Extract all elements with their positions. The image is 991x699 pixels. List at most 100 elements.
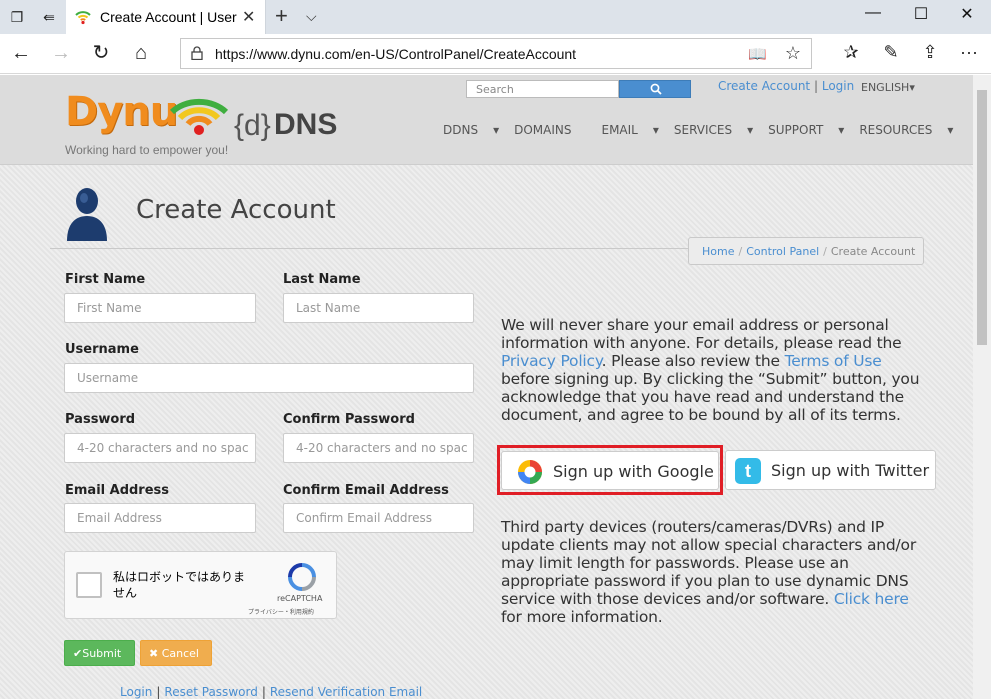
set-tabs-aside-icon[interactable]: ⇚ (40, 8, 58, 26)
third-party-text-2: for more information. (501, 608, 663, 626)
search-input[interactable]: Search (466, 80, 619, 98)
first-name-input[interactable]: First Name (64, 293, 256, 323)
favorite-star-icon[interactable]: ☆ (785, 43, 801, 64)
tab-title: Create Account | User C (100, 9, 240, 25)
cancel-button[interactable]: ✖ Cancel (140, 640, 212, 666)
login-bottom-link[interactable]: Login (120, 685, 152, 699)
share-icon[interactable]: ⇪ (918, 42, 942, 63)
minimize-icon[interactable]: — (850, 4, 896, 22)
nav-domains[interactable]: DOMAINS (514, 123, 586, 137)
browser-tab[interactable]: Create Account | User C ✕ (66, 0, 266, 34)
nav-support-label: SUPPORT (768, 123, 824, 137)
email-input[interactable]: Email Address (64, 503, 256, 533)
third-party-paragraph: Third party devices (routers/cameras/DVR… (501, 518, 921, 626)
recaptcha-widget: 私はロボットではありません reCAPTCHA プライバシー・利用規約 (64, 551, 337, 619)
breadcrumb-home[interactable]: Home (702, 245, 734, 258)
last-name-input[interactable]: Last Name (283, 293, 474, 323)
nav-ddns-label: DDNS (443, 123, 479, 137)
privacy-paragraph: We will never share your email address o… (501, 316, 921, 424)
maximize-icon[interactable]: ☐ (898, 4, 944, 24)
web-note-pen-icon[interactable]: ✎ (879, 42, 903, 63)
address-bar[interactable]: https://www.dynu.com/en-US/ControlPanel/… (180, 38, 812, 69)
breadcrumb: Home / Control Panel / Create Account (688, 237, 924, 265)
nav-resources-label: RESOURCES (859, 123, 933, 137)
username-input[interactable]: Username (64, 363, 474, 393)
nav-ddns[interactable]: DDNS ▾ (443, 123, 499, 137)
reading-view-icon[interactable]: 📖 (748, 45, 767, 63)
terms-of-use-link[interactable]: Terms of Use (785, 352, 882, 370)
nav-email-label: EMAIL (601, 123, 638, 137)
tab-actions-icon[interactable]: ❐ (8, 8, 26, 26)
dynu-logo-text[interactable]: Dynu (65, 89, 178, 135)
main-nav: DDNS ▾ DOMAINS EMAIL ▾ SERVICES ▾ SUPPORT ▾ RESOU… (443, 123, 968, 137)
page-title: Create Account (136, 195, 336, 225)
nav-resources[interactable]: RESOURCES ▾ (859, 123, 953, 137)
tab-list-chevron-icon[interactable]: ⌵ (306, 8, 317, 25)
submit-button[interactable]: ✔Submit (64, 640, 135, 666)
create-account-link[interactable]: Create Account (718, 79, 810, 93)
home-icon[interactable]: ⌂ (129, 42, 153, 66)
refresh-icon[interactable]: ↻ (89, 42, 113, 66)
recaptcha-label: 私はロボットではありません (113, 570, 246, 600)
check-icon: ✔ (73, 647, 83, 660)
email-label: Email Address (65, 483, 170, 498)
recaptcha-checkbox[interactable] (76, 572, 102, 598)
nav-email[interactable]: EMAIL ▾ (602, 123, 659, 137)
x-icon: ✖ (149, 647, 162, 660)
resend-verification-link[interactable]: Resend Verification Email (270, 685, 422, 699)
confirm-email-input[interactable]: Confirm Email Address (283, 503, 474, 533)
link-separator: | (813, 79, 819, 93)
bottom-links: Login | Reset Password | Resend Verification… (120, 685, 422, 699)
highlight-box (497, 445, 723, 495)
privacy-text-2: . Please also review the (601, 352, 785, 370)
first-name-label: First Name (65, 272, 146, 287)
nav-support[interactable]: SUPPORT ▾ (768, 123, 844, 137)
recaptcha-brand: reCAPTCHA (277, 594, 323, 603)
twitter-signup-button[interactable]: t Sign up with Twitter (725, 450, 936, 490)
language-label: ENGLISH (861, 81, 910, 94)
favorites-hub-icon[interactable]: ✰ (839, 42, 863, 63)
breadcrumb-current: Create Account (830, 245, 916, 258)
account-links: Create Account | Login (718, 79, 854, 93)
confirm-password-label: Confirm Password (283, 412, 415, 427)
search-button[interactable] (619, 80, 691, 98)
more-menu-icon[interactable]: ··· (957, 42, 981, 63)
nav-services-label: SERVICES (673, 123, 733, 137)
click-here-link[interactable]: Click here (834, 590, 909, 608)
user-avatar-icon (67, 188, 107, 241)
browser-tab-bar: ❐ ⇚ Create Account | User C ✕ + ⌵ — ☐ ✕ (0, 0, 991, 34)
link-separator: | (156, 685, 161, 699)
reset-password-link[interactable]: Reset Password (164, 685, 257, 699)
page-content: Dynu {d} DNS Working hard to empower you… (0, 75, 973, 699)
link-separator: | (261, 685, 266, 699)
username-label: Username (65, 342, 139, 357)
scrollbar-thumb[interactable] (977, 90, 987, 345)
confirm-email-label: Confirm Email Address (283, 483, 449, 498)
back-icon[interactable]: ← (9, 42, 33, 66)
window-close-icon[interactable]: ✕ (944, 4, 990, 24)
privacy-policy-link[interactable]: Privacy Policy (501, 352, 602, 370)
nav-domains-label: DOMAINS (514, 123, 572, 137)
twitter-icon: t (735, 458, 761, 484)
confirm-password-input[interactable]: 4-20 characters and no spac (283, 433, 474, 463)
new-tab-icon[interactable]: + (275, 3, 288, 29)
wifi-favicon-icon (75, 11, 91, 25)
search-icon (650, 83, 662, 95)
site-header: Dynu {d} DNS Working hard to empower you… (0, 75, 973, 165)
svg-text:t: t (745, 461, 751, 481)
lock-icon (191, 46, 203, 60)
ddns-brace-text: {d} (234, 109, 271, 142)
password-input[interactable]: 4-20 characters and no spac (64, 433, 256, 463)
language-dropdown[interactable]: ENGLISH▾ (861, 81, 915, 94)
recaptcha-logo-icon (288, 563, 316, 591)
privacy-text-3: before signing up. By clicking the “Subm… (501, 370, 920, 424)
login-link[interactable]: Login (822, 79, 854, 93)
recaptcha-terms[interactable]: プライバシー・利用規約 (248, 607, 314, 616)
close-tab-icon[interactable]: ✕ (242, 7, 255, 27)
breadcrumb-separator: / (738, 245, 743, 258)
breadcrumb-separator: / (823, 245, 827, 258)
nav-services[interactable]: SERVICES ▾ (674, 123, 753, 137)
forward-icon[interactable]: → (49, 42, 73, 66)
breadcrumb-control-panel[interactable]: Control Panel (746, 245, 819, 258)
tagline: Working hard to empower you! (65, 143, 229, 157)
